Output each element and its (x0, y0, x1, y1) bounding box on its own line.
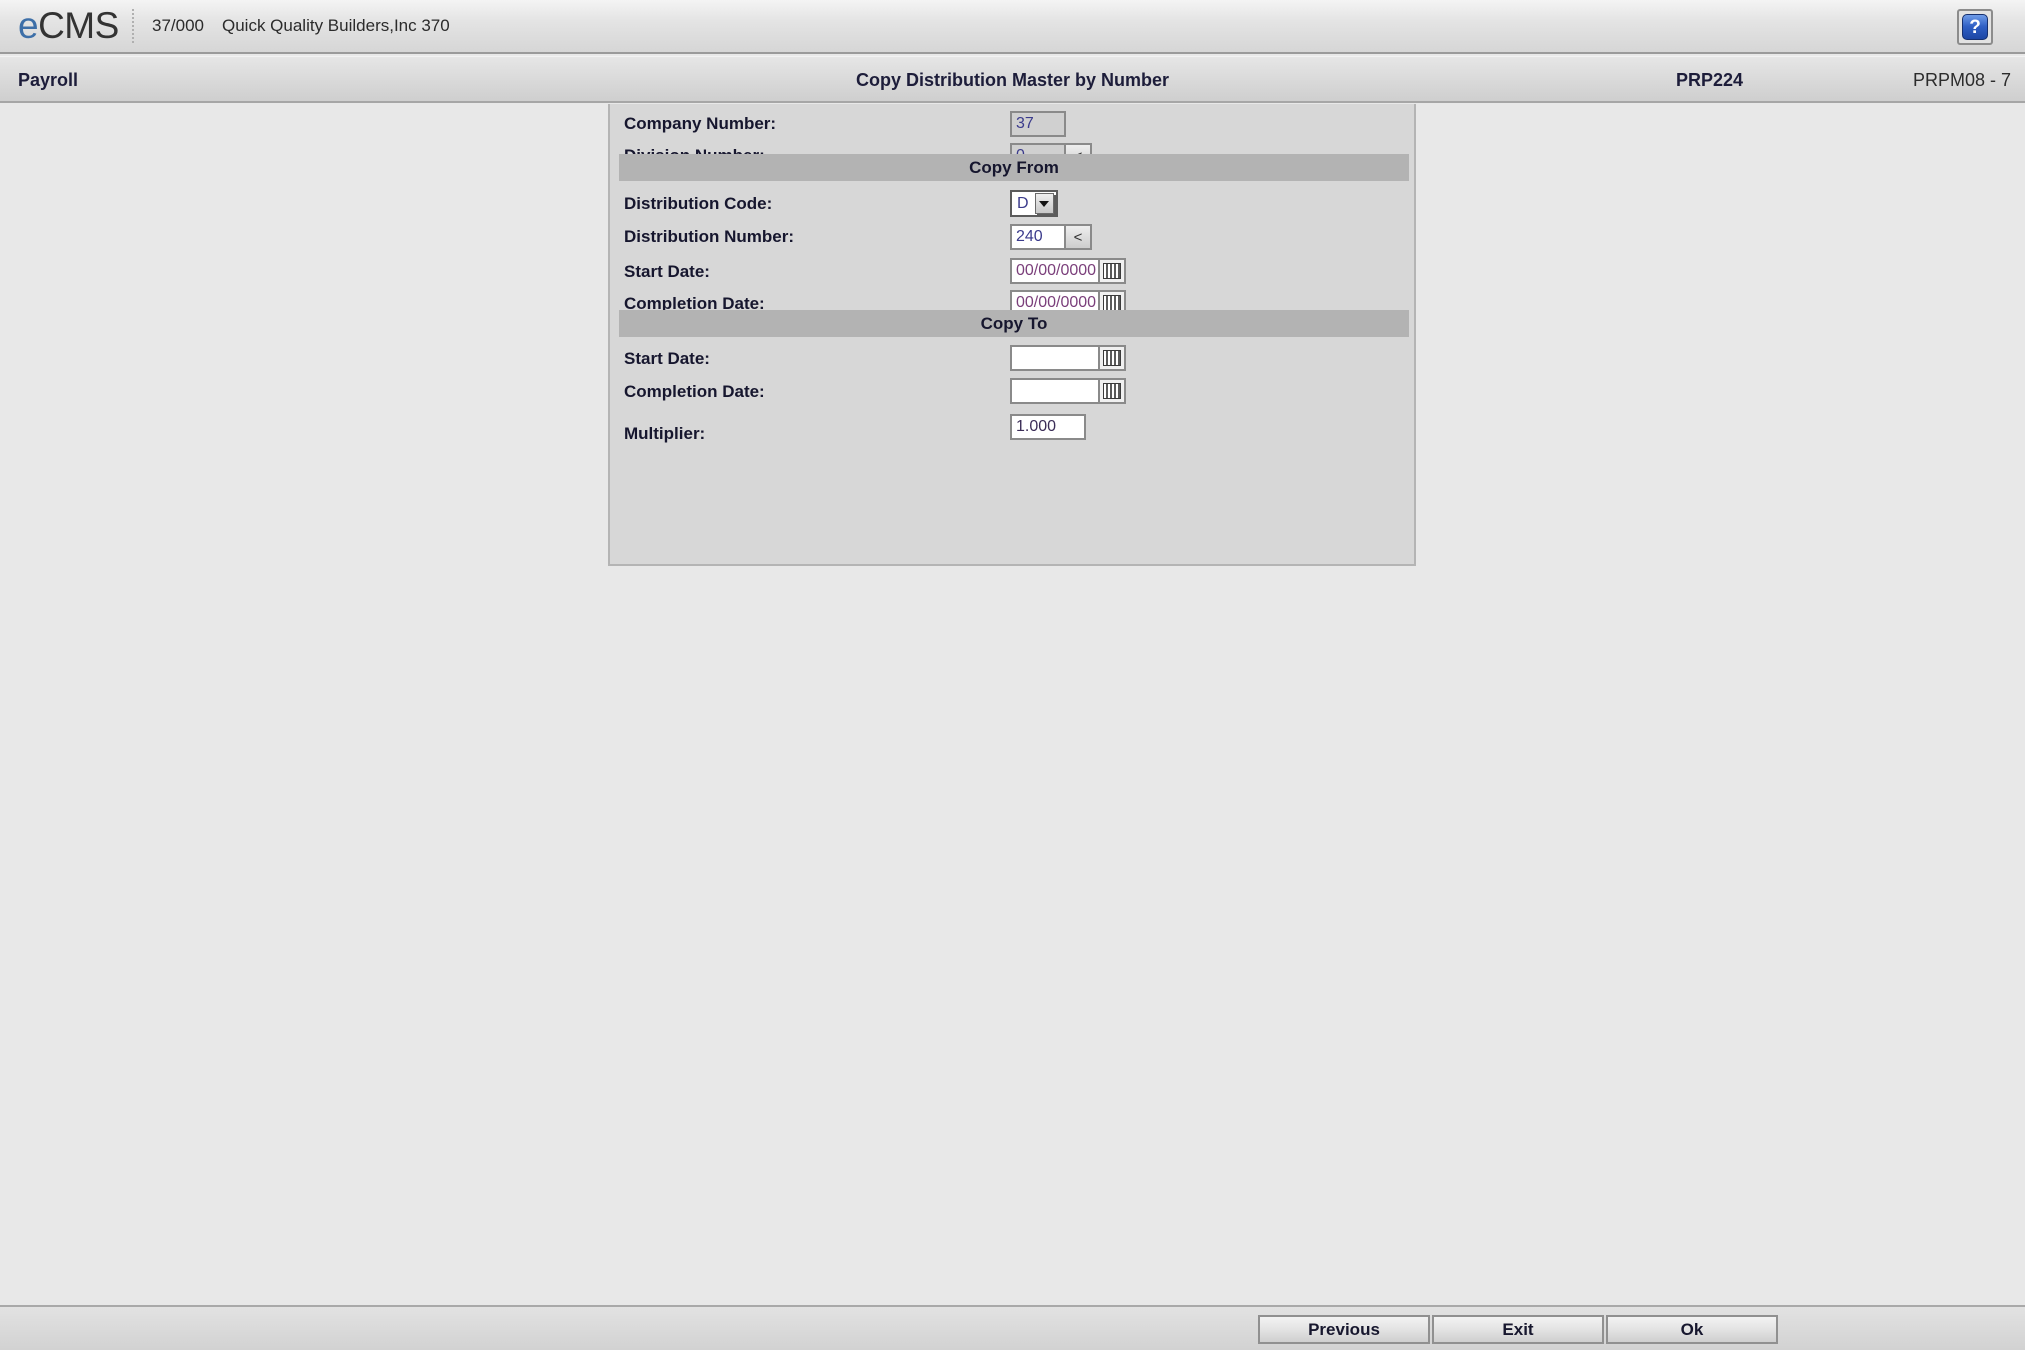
copy-to-section-header: Copy To (619, 310, 1409, 337)
chevron-down-icon[interactable] (1034, 193, 1054, 214)
copy-to-completion-date-input[interactable] (1010, 378, 1100, 404)
bottom-button-bar: Previous Exit Ok (0, 1305, 2025, 1350)
distribution-code-value: D (1017, 194, 1029, 212)
copy-to-start-date-input[interactable] (1010, 345, 1100, 371)
copy-distribution-form-panel: Company Number: 37 Division Number: 0 < … (608, 104, 1416, 566)
company-name-label: Quick Quality Builders,Inc 370 (222, 16, 450, 35)
distribution-number-input[interactable]: 240 (1010, 224, 1066, 250)
multiplier-input[interactable]: 1.000 (1010, 414, 1086, 440)
ecms-logo: eCMS (18, 6, 119, 46)
exit-button[interactable]: Exit (1432, 1315, 1604, 1344)
copy-from-section-label: Copy From (969, 157, 1059, 177)
copy-from-section-header: Copy From (619, 154, 1409, 181)
screen-title-bar: Payroll Copy Distribution Master by Numb… (0, 56, 2025, 103)
distribution-number-lookup-icon[interactable]: < (1066, 224, 1092, 250)
copy-to-start-date-calendar-icon[interactable] (1100, 345, 1126, 371)
distribution-code-select[interactable]: D (1010, 190, 1058, 217)
company-number-label: Company Number: (624, 114, 777, 133)
copy-from-start-date-label: Start Date: (624, 262, 710, 281)
previous-button[interactable]: Previous (1258, 1315, 1430, 1344)
company-code-label: 37/000 (152, 16, 204, 35)
logo-text: CMS (38, 5, 119, 46)
multiplier-label: Multiplier: (624, 424, 706, 443)
form-row-copy-to-completion-date: Completion Date: (610, 372, 1418, 414)
logo-divider (132, 9, 134, 43)
distribution-number-label: Distribution Number: (624, 227, 794, 246)
copy-to-start-date-label: Start Date: (624, 349, 710, 368)
screen-id-label: PRPM08 - 7 (1912, 70, 2011, 90)
application-header-bar: eCMS 37/000 Quick Quality Builders,Inc 3… (0, 0, 2025, 54)
copy-to-section-label: Copy To (980, 313, 1048, 333)
program-id-label: PRP224 (1675, 70, 1743, 90)
company-number-input[interactable]: 37 (1010, 111, 1066, 137)
question-mark-icon: ? (1962, 14, 1988, 40)
distribution-code-label: Distribution Code: (624, 194, 773, 213)
copy-from-start-date-calendar-icon[interactable] (1100, 258, 1126, 284)
logo-accent-letter: e (18, 5, 39, 46)
copy-to-completion-date-calendar-icon[interactable] (1100, 378, 1126, 404)
ok-button[interactable]: Ok (1606, 1315, 1778, 1344)
copy-to-completion-date-label: Completion Date: (624, 382, 765, 401)
form-row-multiplier: Multiplier: 1.000 (610, 414, 1418, 456)
help-button[interactable]: ? (1957, 9, 1993, 45)
copy-from-start-date-input[interactable]: 00/00/0000 (1010, 258, 1100, 284)
